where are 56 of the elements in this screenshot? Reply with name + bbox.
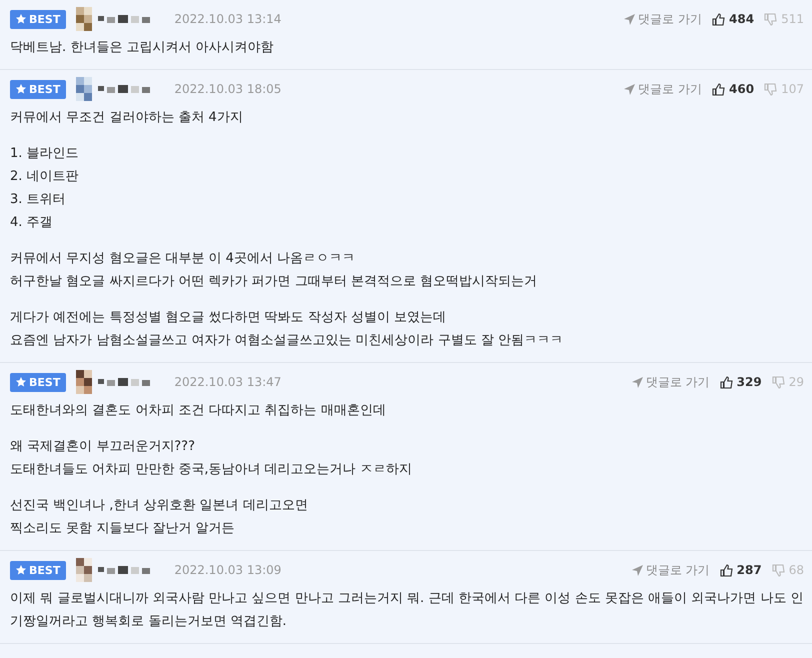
reply-link[interactable]: 댓글로 가기 xyxy=(632,374,710,390)
comment-text: 선진국 백인녀나 ,한녀 상위호환 일본녀 데리고오면 xyxy=(10,497,309,515)
best-label: BEST xyxy=(29,564,60,576)
reply-label[interactable]: 댓글로 가기 xyxy=(638,80,702,98)
reply-link[interactable]: 댓글로 가기 xyxy=(624,80,702,98)
comment-date: 2022.10.03 18:05 xyxy=(174,82,282,96)
send-arrow-icon xyxy=(624,14,636,24)
comment-date: 2022.10.03 13:47 xyxy=(174,375,282,389)
thumbs-up-icon[interactable] xyxy=(712,82,726,96)
comment-text: 도태한녀들도 어차피 만만한 중국,동남아녀 데리고오는거나 ㅈㄹ하지 xyxy=(10,461,413,479)
comment-text: 3. 트위터 xyxy=(10,191,67,209)
like-count: 329 xyxy=(736,375,762,389)
star-icon xyxy=(16,84,26,94)
reply-link[interactable]: 댓글로 가기 xyxy=(624,10,702,28)
dislike-count: 68 xyxy=(788,563,804,577)
comment-text: 닥베트남. 한녀들은 고립시켜서 아사시켜야함 xyxy=(10,39,275,57)
like-count: 484 xyxy=(729,12,754,26)
comment-text: 커뮤에서 무조건 걸러야하는 출처 4가지 xyxy=(10,109,244,127)
comment-text: 허구한날 혐오글 싸지르다가 어떤 렉카가 퍼가면 그때부터 본격적으로 혐오떡밥시작되는거 xyxy=(10,273,538,291)
comment-text: 이제 뭐 글로벌시대니까 외국사람 만나고 싶으면 만나고 그러는거지 뭐. 근데 한국에서 다른 이성 손도 못잡은 애들이 외국나가면 나도 인기짱일꺼라고 행복회로 돌리는거보면 역겹긴함. xyxy=(10,590,804,631)
comment-date: 2022.10.03 13:14 xyxy=(174,12,282,26)
reply-link[interactable]: 댓글로 가기 xyxy=(632,562,710,578)
thumbs-down-icon[interactable] xyxy=(764,82,778,96)
comment-text: 도태한녀와의 결혼도 어차피 조건 다따지고 취집하는 매매혼인데 xyxy=(10,402,387,420)
send-arrow-icon xyxy=(632,564,643,576)
comment-text: 게다가 예전에는 특정성별 혐오글 썼다하면 딱봐도 작성자 성별이 보였는데 xyxy=(10,309,448,327)
thumbs-up-icon[interactable] xyxy=(720,564,733,576)
dislike-count: 29 xyxy=(788,375,804,389)
send-arrow-icon xyxy=(624,84,636,94)
thumbs-down-icon[interactable] xyxy=(764,12,778,26)
thumbs-down-icon[interactable] xyxy=(772,564,785,576)
like-count: 287 xyxy=(736,563,762,577)
comment-text: 1. 블라인드 xyxy=(10,145,80,163)
star-icon xyxy=(16,14,26,24)
comment-text: 왜 국제결혼이 부끄러운거지??? xyxy=(10,438,196,456)
thumbs-down-icon[interactable] xyxy=(772,376,785,388)
thumbs-up-icon[interactable] xyxy=(720,376,733,388)
reply-label[interactable]: 댓글로 가기 xyxy=(646,562,710,578)
comment-text: 커뮤에서 무지성 혐오글은 대부분 이 4곳에서 나옴ㄹㅇㅋㅋ xyxy=(10,250,356,268)
thumbs-up-icon[interactable] xyxy=(712,12,726,26)
best-label: BEST xyxy=(29,376,60,388)
best-label: BEST xyxy=(29,82,60,96)
reply-label[interactable]: 댓글로 가기 xyxy=(638,10,702,28)
reply-label[interactable]: 댓글로 가기 xyxy=(646,374,710,390)
star-icon xyxy=(16,565,26,575)
dislike-count: 511 xyxy=(781,12,804,26)
comment-text: 찍소리도 못함 지들보다 잘난거 알거든 xyxy=(10,520,236,538)
comment-text: 2. 네이트판 xyxy=(10,168,80,186)
star-icon xyxy=(16,377,26,387)
best-label: BEST xyxy=(29,12,60,26)
send-arrow-icon xyxy=(632,376,643,388)
dislike-count: 107 xyxy=(781,82,804,96)
comment-text: 4. 주갤 xyxy=(10,214,54,232)
comment-date: 2022.10.03 13:09 xyxy=(174,563,282,577)
like-count: 460 xyxy=(729,82,754,96)
comment-text: 요즘엔 남자가 남혐소설글쓰고 여자가 여혐소설글쓰고있는 미친세상이라 구별도 잘 안됨ㅋㅋㅋ xyxy=(10,332,564,350)
